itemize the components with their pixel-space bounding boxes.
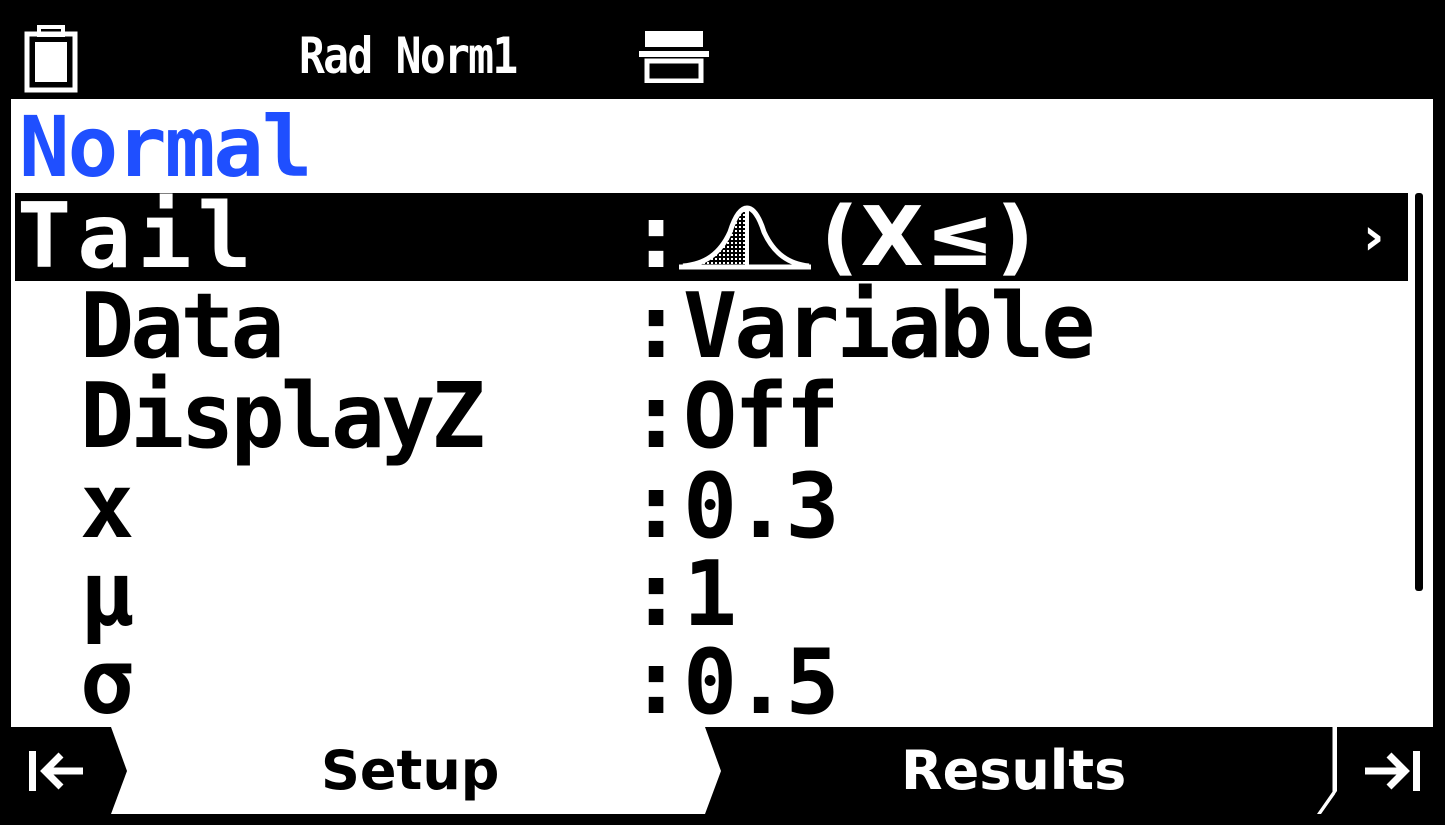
setting-row-tail[interactable]: Tail : (X≤) › — [15, 184, 1408, 289]
softkey-shapes — [11, 727, 1433, 814]
setting-value: Off — [683, 364, 840, 469]
setting-colon: : — [629, 364, 684, 469]
page-title: Normal — [19, 98, 312, 196]
status-bar: Rad Norm1 — [11, 11, 1433, 99]
setting-value: Variable — [683, 274, 1095, 379]
battery-icon — [24, 25, 78, 93]
setting-colon: : — [629, 542, 684, 647]
setting-label: σ — [80, 630, 134, 735]
setting-label: x — [80, 454, 134, 559]
setting-label: DisplayZ — [80, 364, 485, 469]
arrow-to-right-end-icon[interactable] — [1361, 747, 1425, 795]
setting-colon: : — [629, 454, 684, 559]
setting-value: 0.5 — [683, 630, 840, 735]
setup-tab[interactable]: Setup — [321, 727, 499, 814]
setting-row-sigma[interactable]: σ : 0.5 — [15, 630, 1408, 735]
setting-label: μ — [80, 542, 134, 647]
setting-value: 0.3 — [683, 454, 840, 559]
chevron-right-icon[interactable]: › — [1363, 193, 1384, 281]
setting-row-data[interactable]: Data : Variable — [15, 274, 1408, 379]
results-tab[interactable]: Results — [901, 727, 1126, 814]
arrow-to-left-end-icon[interactable] — [25, 747, 89, 795]
setting-colon: : — [629, 274, 684, 379]
setting-label: Tail — [17, 184, 258, 289]
setting-row-mu[interactable]: μ : 1 — [15, 542, 1408, 647]
setting-row-x[interactable]: x : 0.3 — [15, 454, 1408, 559]
setting-colon: : — [629, 630, 684, 735]
softkey-bar: Setup Results — [11, 727, 1433, 814]
status-mode-text: Rad Norm1 — [299, 27, 518, 85]
normal-curve-left-shaded-icon — [679, 205, 811, 270]
scrollbar[interactable] — [1415, 193, 1423, 591]
calculator-icon — [639, 31, 709, 83]
tail-value-text: (X≤) — [821, 189, 1036, 285]
calculator-screen: Rad Norm1 Normal Tail : (X≤) › Data: Va… — [11, 11, 1433, 814]
setting-value: (X≤) — [675, 190, 1036, 285]
setting-value: 1 — [683, 542, 737, 647]
setting-row-displayz[interactable]: DisplayZ : Off — [15, 364, 1408, 469]
setting-label: Data — [80, 274, 285, 379]
